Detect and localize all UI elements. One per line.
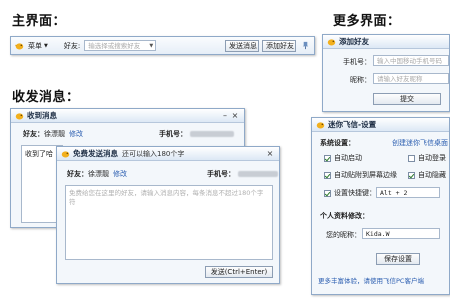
nickname-placeholder: 请输入好友昵称 [377,75,423,83]
send-receive-heading: 收发消息： [12,90,80,105]
send-phone-row: 手机号： [207,169,278,179]
save-settings-button[interactable]: 保存设置 [376,253,420,265]
phone-label: 手机号： [159,130,187,138]
phone-input[interactable]: 输入中国移动手机号码 [373,55,449,66]
receive-titlebar: 收到消息 – × [11,109,244,123]
system-settings-label: 系统设置： [320,139,355,147]
settings-title: 迷你飞信-设置 [328,120,377,129]
phone-number-redacted [190,131,234,137]
profile-section-label: 个人资料修改： [320,212,369,220]
friend-label: 好友： [67,170,88,178]
received-message-text: 收到了哈 [25,150,53,158]
phone-label: 手机号： [343,58,371,66]
your-nickname-input[interactable]: Kida.W [362,228,440,239]
snap-edge-label: 自动贴附到屏幕边缘 [334,171,397,179]
add-friend-titlebar: 添加好友 [323,35,449,49]
menu-label: 菜单 [28,41,42,50]
settings-titlebar: 迷你飞信-设置 [312,118,449,132]
create-shortcut-link[interactable]: 创建迷你飞信桌面 [392,138,448,148]
receive-title: 收到消息 [27,111,57,120]
receive-phone-row: 手机号： [159,129,234,139]
checkbox-auto-hide[interactable] [408,171,415,179]
submit-button[interactable]: 提交 [373,93,441,105]
more-ui-heading: 更多界面： [333,14,401,29]
close-icon[interactable]: × [265,149,275,159]
send-title: 免费发送消息 [73,149,118,158]
pc-client-link[interactable]: 更多丰富体验，请使用飞信PC客户端 [318,275,424,285]
nickname-input[interactable]: 请输入好友昵称 [373,73,449,84]
bird-icon [316,121,325,128]
main-ui-heading: 主界面： [12,14,67,29]
friend-label: 好友： [23,130,44,138]
menu-button[interactable]: 菜单 ▼ [28,41,48,51]
add-friend-button[interactable]: 添加好友 [262,39,296,52]
friend-name: 徐漂靓 [44,130,65,138]
auto-login-label: 自动登录 [418,154,446,162]
option-auto-login[interactable]: 自动登录 [408,153,446,163]
chevron-down-icon: ▼ [44,42,48,49]
friend-name: 徐漂靓 [88,170,109,178]
main-bar: 菜单 ▼ 好友: 输选择或搜索好友 ▼ 发送消息 添加好友 [10,36,315,55]
phone-label: 手机号： [207,170,235,178]
add-friend-title: 添加好友 [339,37,369,46]
checkbox-hotkey[interactable] [324,189,331,197]
checkbox-auto-start[interactable] [324,154,331,162]
option-snap-edge[interactable]: 自动贴附到屏幕边缘 [324,170,397,180]
message-placeholder: 免费给您在这里的好友，请输入消息内容，每条消息不超过180个字符 [69,189,264,206]
option-auto-start[interactable]: 自动启动 [324,153,362,163]
option-hotkey[interactable]: 设置快捷键： [324,188,376,198]
pin-icon[interactable] [301,41,310,50]
friend-search-input[interactable]: 输选择或搜索好友 ▼ [84,40,157,51]
settings-window: 迷你飞信-设置 系统设置： 创建迷你飞信桌面 自动启动 自动登录 自动贴附到屏幕… [311,117,450,295]
bird-icon [327,38,336,45]
auto-start-label: 自动启动 [334,154,362,162]
bird-icon [15,112,24,119]
friend-label: 好友: [63,41,81,50]
receive-friend-row: 好友： 徐漂靓 修改 [23,129,83,139]
phone-number-redacted [238,171,278,177]
auto-hide-label: 自动隐藏 [418,171,446,179]
message-textarea[interactable]: 免费给您在这里的好友，请输入消息内容，每条消息不超过180个字符 [65,185,273,260]
send-friend-row: 好友： 徐漂靓 修改 [67,169,127,179]
friend-search-placeholder: 输选择或搜索好友 [88,42,141,50]
your-nickname-value: Kida.W [366,230,390,238]
nickname-label: 昵称： [350,76,371,84]
hotkey-value: Alt + 2 [380,189,408,197]
minimize-icon[interactable]: – [220,111,230,121]
send-message-window: 免费发送消息 还可以输入180个字 × 好友： 徐漂靓 修改 手机号： 免费给您… [56,146,280,284]
phone-placeholder: 输入中国移动手机号码 [377,57,442,65]
add-friend-window: 添加好友 手机号： 输入中国移动手机号码 昵称： 请输入好友昵称 提交 [322,34,450,112]
checkbox-snap-edge[interactable] [324,171,331,179]
send-titlebar: 免费发送消息 还可以输入180个字 × [57,147,279,161]
hotkey-input[interactable]: Alt + 2 [376,187,440,198]
bird-icon [61,150,70,157]
edit-link[interactable]: 修改 [113,169,127,179]
close-icon[interactable]: × [230,111,240,121]
checkbox-auto-login[interactable] [408,154,415,162]
bird-icon [15,42,24,49]
send-message-button[interactable]: 发送消息 [225,39,259,52]
your-nickname-label: 您的昵称： [326,231,361,239]
char-remaining: 还可以输入180个字 [122,149,185,158]
option-auto-hide[interactable]: 自动隐藏 [408,170,446,180]
send-button[interactable]: 发送(Ctrl+Enter) [205,266,273,278]
edit-link[interactable]: 修改 [69,129,83,139]
dropdown-arrow-icon: ▼ [149,43,154,49]
hotkey-label: 设置快捷键： [334,189,376,197]
